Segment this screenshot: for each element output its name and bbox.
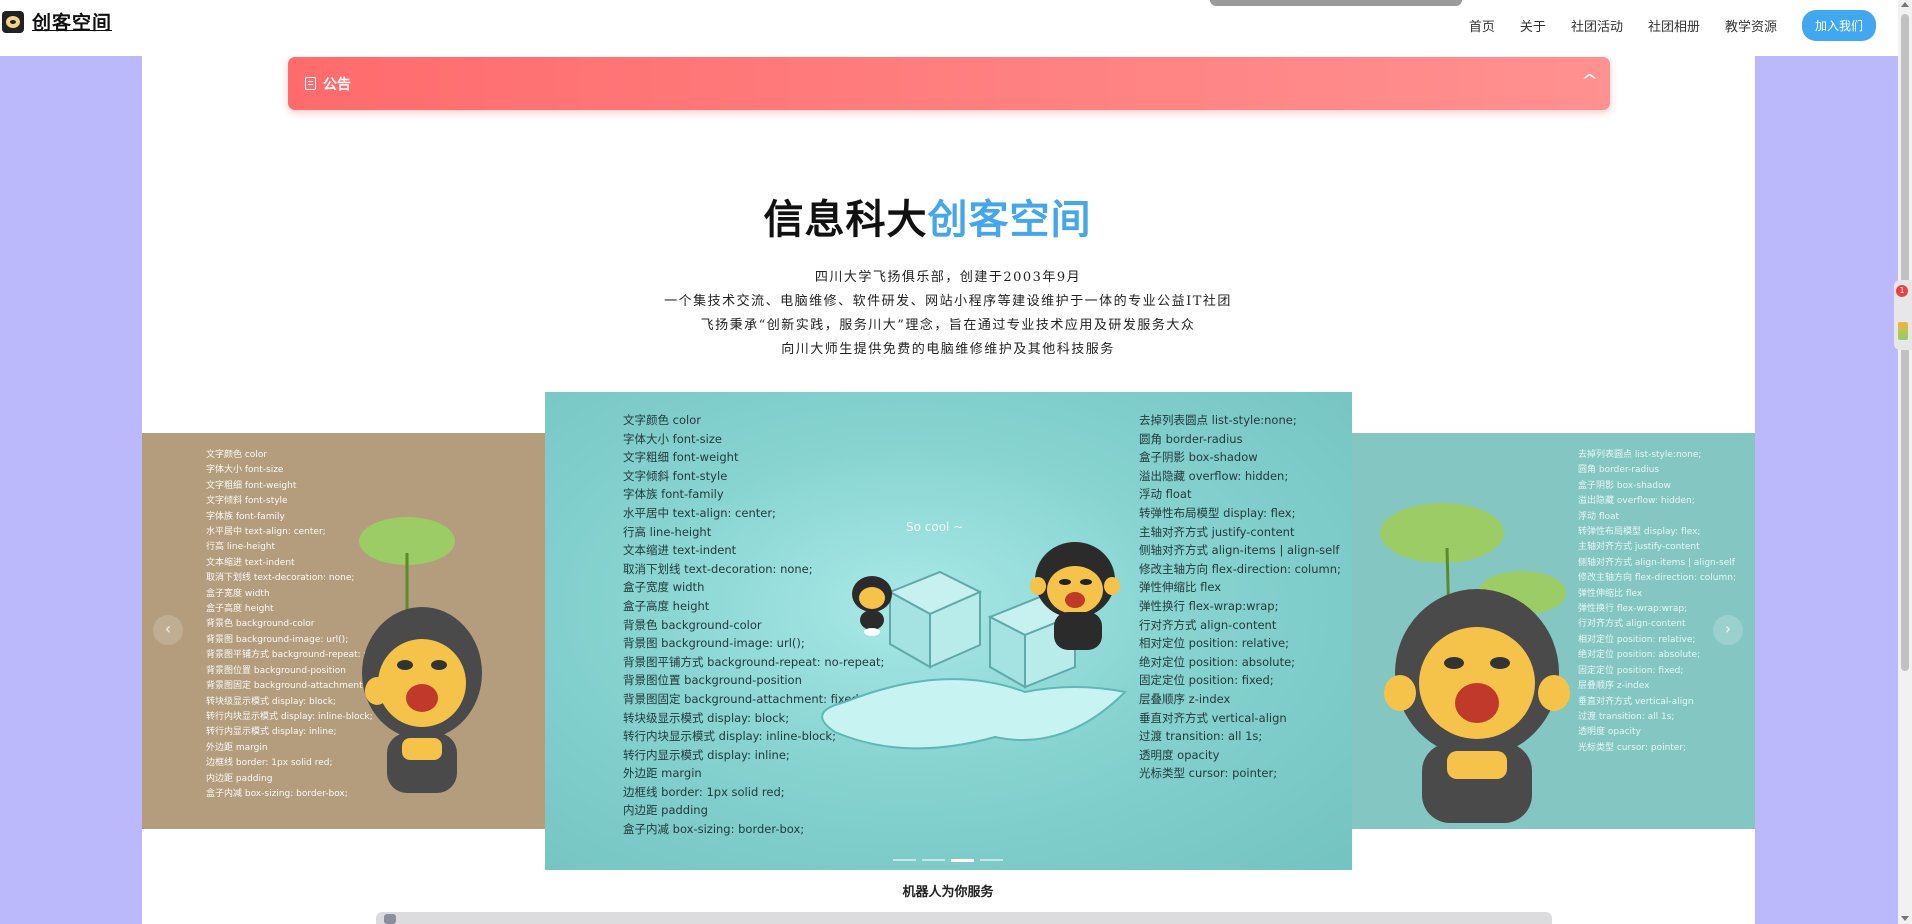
scroll-up-arrow-icon[interactable]	[1901, 2, 1909, 7]
carousel-prev-button[interactable]: ‹	[153, 615, 183, 645]
join-us-button[interactable]: 加入我们	[1801, 9, 1876, 41]
intro-line: 向川大师生提供免费的电脑维修维护及其他科技服务	[781, 342, 1115, 357]
carousel-dot[interactable]	[980, 859, 1003, 861]
top-navbar: 创客空间 首页 关于 社团活动 社团相册 教学资源 加入我们	[0, 0, 1898, 56]
carousel-dot[interactable]	[922, 859, 945, 861]
robot-section-title: 机器人为你服务	[902, 885, 994, 900]
robot-chat-panel[interactable]	[376, 912, 1552, 924]
scroll-down-arrow-icon[interactable]	[1901, 916, 1909, 921]
robot-icon	[384, 914, 396, 924]
widget-stripe-icon	[1898, 322, 1908, 340]
intro-line: 四川大学飞扬俱乐部，创建于2003年9月	[814, 270, 1082, 285]
nav-resources[interactable]: 教学资源	[1725, 16, 1777, 35]
side-floating-widget[interactable]: 1	[1894, 280, 1912, 350]
page-scrollbar[interactable]	[1898, 0, 1912, 924]
nav-home[interactable]: 首页	[1469, 16, 1495, 35]
notice-bar[interactable]: 公告 ^	[288, 57, 1610, 110]
hero-title: 信息科大创客空间	[0, 187, 1855, 245]
notice-title: 公告	[323, 76, 351, 93]
nav-about[interactable]: 关于	[1520, 16, 1546, 35]
intro-line: 飞扬秉承“创新实践，服务川大”理念，旨在通过专业技术应用及研发服务大众	[700, 318, 1196, 333]
document-icon	[305, 77, 316, 90]
carousel-slide-prev[interactable]: 文字颜色 color 字体大小 font-size 文字粗细 font-weight…	[142, 433, 545, 829]
hero-title-main: 信息科大	[763, 197, 928, 243]
monkey-ice-cube-illustration	[821, 542, 1128, 750]
carousel-slide-next[interactable]: 去掉列表圆点 list-style:none; 圆角 border-radius 盒…	[1352, 433, 1755, 829]
carousel-dot[interactable]	[893, 859, 916, 861]
monkey-umbrella-illustration	[1380, 503, 1570, 823]
intro-line: 一个集技术交流、电脑维修、软件研发、网站小程序等建设维护于一体的专业公益IT社团	[664, 294, 1232, 309]
hero-title-accent: 创客空间	[927, 197, 1092, 243]
brand-logo-icon	[2, 10, 24, 33]
brand-name[interactable]: 创客空间	[32, 8, 112, 35]
nav-album[interactable]: 社团相册	[1648, 16, 1700, 35]
carousel-next-button[interactable]: ›	[1713, 615, 1743, 645]
notification-badge: 1	[1896, 285, 1908, 297]
intro-text: 四川大学飞扬俱乐部，创建于2003年9月 一个集技术交流、电脑维修、软件研发、网…	[0, 266, 1896, 362]
main-nav: 首页 关于 社团活动 社团相册 教学资源 加入我们	[1469, 0, 1898, 50]
carousel-dot-active[interactable]	[951, 859, 974, 862]
nav-activities[interactable]: 社团活动	[1571, 16, 1623, 35]
monkey-umbrella-illustration	[357, 517, 482, 793]
top-dropdown-tab	[1210, 0, 1462, 6]
carousel-indicators	[893, 859, 1003, 862]
chevron-up-icon[interactable]: ^	[1581, 71, 1598, 90]
brand[interactable]: 创客空间	[2, 8, 112, 35]
carousel-slide-active[interactable]: 文字颜色 color 字体大小 font-size 文字粗细 font-weight…	[545, 392, 1352, 870]
